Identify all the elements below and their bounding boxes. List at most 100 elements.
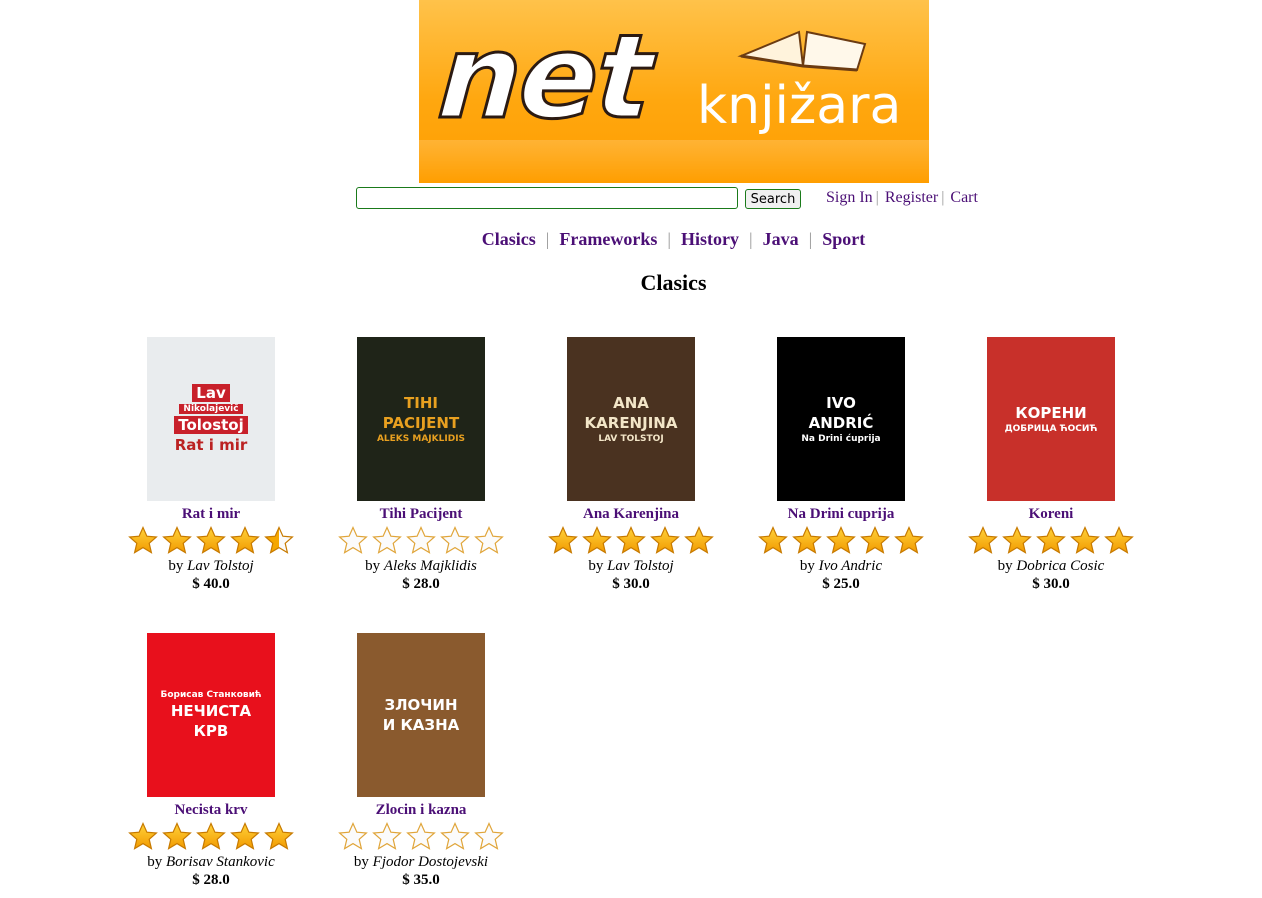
book-cover-image[interactable]: ANA KARENJINA LAV TOLSTOJ	[567, 337, 695, 501]
book-title-link[interactable]: Necista krv	[106, 801, 316, 819]
star-full-icon[interactable]	[792, 526, 822, 554]
star-empty-icon[interactable]	[338, 822, 368, 850]
star-full-icon[interactable]	[264, 822, 294, 850]
book-cover-image[interactable]: КОРЕНИ ДОБРИЦА ЋОСИЋ	[987, 337, 1115, 501]
book-cover-image[interactable]: Борисав Станковић НЕЧИСТА КРВ	[147, 633, 275, 797]
star-half-icon[interactable]	[264, 526, 294, 554]
book-card: Lav Nikolajevič Tolostoj Rat i mir Rat i mir…	[106, 337, 316, 593]
search-button[interactable]: Search	[745, 189, 801, 209]
rating-stars[interactable]	[106, 822, 316, 852]
book-card: КОРЕНИ ДОБРИЦА ЋОСИЋ Koreni by Dobrica Cos…	[946, 337, 1156, 593]
cover-text: Na Drini ćuprija	[801, 434, 881, 444]
star-full-icon[interactable]	[196, 822, 226, 850]
book-title-link[interactable]: Na Drini cuprija	[736, 505, 946, 523]
book-price: $ 35.0	[402, 872, 440, 888]
star-full-icon[interactable]	[128, 822, 158, 850]
book-price: $ 40.0	[192, 576, 230, 592]
book-cover-image[interactable]: IVO ANDRIĆ Na Drini ćuprija	[777, 337, 905, 501]
category-nav: Clasics | Frameworks | History | Java | Sport	[0, 229, 1262, 250]
star-empty-icon[interactable]	[440, 526, 470, 554]
by-label: by	[147, 854, 166, 870]
banner-reflection	[419, 140, 929, 183]
star-full-icon[interactable]	[860, 526, 890, 554]
site-logo-banner[interactable]: net knjižara	[419, 0, 929, 183]
star-empty-icon[interactable]	[474, 526, 504, 554]
sign-in-link[interactable]: Sign In	[826, 189, 873, 206]
star-full-icon[interactable]	[758, 526, 788, 554]
category-sport[interactable]: Sport	[822, 229, 865, 249]
category-java[interactable]: Java	[763, 229, 799, 249]
star-full-icon[interactable]	[968, 526, 998, 554]
star-full-icon[interactable]	[1036, 526, 1066, 554]
cover-text: TIHI	[404, 394, 438, 412]
book-author: by Lav Tolstoj	[106, 557, 316, 575]
star-full-icon[interactable]	[230, 526, 260, 554]
cover-text: Борисав Станковић	[160, 690, 262, 700]
rating-stars[interactable]	[316, 822, 526, 852]
category-frameworks[interactable]: Frameworks	[559, 229, 657, 249]
book-cover-image[interactable]: ЗЛОЧИН И КАЗНА	[357, 633, 485, 797]
open-book-icon	[737, 30, 867, 72]
book-title-link[interactable]: Ana Karenjina	[526, 505, 736, 523]
cart-link[interactable]: Cart	[950, 189, 978, 206]
star-full-icon[interactable]	[582, 526, 612, 554]
separator: |	[748, 229, 753, 249]
separator: |	[941, 189, 945, 206]
author-name: Dobrica Cosic	[1016, 558, 1105, 574]
book-title-link[interactable]: Tihi Pacijent	[316, 505, 526, 523]
rating-stars[interactable]	[526, 526, 736, 556]
star-full-icon[interactable]	[1002, 526, 1032, 554]
author-name: Fjodor Dostojevski	[372, 854, 489, 870]
category-clasics[interactable]: Clasics	[482, 229, 536, 249]
cover-text: И КАЗНА	[382, 716, 460, 734]
star-empty-icon[interactable]	[338, 526, 368, 554]
cover-text: PACIJENT	[382, 414, 460, 432]
cover-text: ДОБРИЦА ЋОСИЋ	[1004, 424, 1098, 434]
star-full-icon[interactable]	[826, 526, 856, 554]
book-card: ANA KARENJINA LAV TOLSTOJ Ana Karenjina by …	[526, 337, 736, 593]
by-label: by	[588, 558, 608, 574]
star-full-icon[interactable]	[894, 526, 924, 554]
book-title-link[interactable]: Zlocin i kazna	[316, 801, 526, 819]
star-full-icon[interactable]	[650, 526, 680, 554]
book-author: by Dobrica Cosic	[946, 557, 1156, 575]
star-full-icon[interactable]	[616, 526, 646, 554]
star-full-icon[interactable]	[230, 822, 260, 850]
by-label: by	[799, 558, 819, 574]
star-full-icon[interactable]	[1104, 526, 1134, 554]
star-empty-icon[interactable]	[372, 822, 402, 850]
star-full-icon[interactable]	[1070, 526, 1100, 554]
book-price: $ 30.0	[612, 576, 650, 592]
star-empty-icon[interactable]	[440, 822, 470, 850]
author-name: Borisav Stankovic	[166, 854, 275, 870]
logo-brand: net	[433, 9, 656, 147]
star-full-icon[interactable]	[684, 526, 714, 554]
rating-stars[interactable]	[736, 526, 946, 556]
cover-text: КОРЕНИ	[1015, 404, 1087, 422]
book-title-link[interactable]: Rat i mir	[106, 505, 316, 523]
rating-stars[interactable]	[946, 526, 1156, 556]
star-full-icon[interactable]	[196, 526, 226, 554]
star-empty-icon[interactable]	[406, 526, 436, 554]
star-empty-icon[interactable]	[406, 822, 436, 850]
star-full-icon[interactable]	[128, 526, 158, 554]
rating-stars[interactable]	[316, 526, 526, 556]
cover-text: IVO	[826, 394, 856, 412]
book-cover-image[interactable]: Lav Nikolajevič Tolostoj Rat i mir	[147, 337, 275, 501]
category-history[interactable]: History	[681, 229, 739, 249]
book-title-link[interactable]: Koreni	[946, 505, 1156, 523]
cover-text: Lav	[192, 384, 230, 402]
book-cover-image[interactable]: TIHI PACIJENT ALEKS MAJKLIDIS	[357, 337, 485, 501]
star-empty-icon[interactable]	[474, 822, 504, 850]
star-full-icon[interactable]	[162, 526, 192, 554]
star-full-icon[interactable]	[162, 822, 192, 850]
register-link[interactable]: Register	[885, 189, 938, 206]
star-empty-icon[interactable]	[372, 526, 402, 554]
search-input[interactable]	[356, 187, 738, 209]
author-name: Lav Tolstoj	[187, 558, 254, 574]
cover-text: LAV TOLSTOJ	[598, 434, 664, 444]
book-card: IVO ANDRIĆ Na Drini ćuprija Na Drini cuprij…	[736, 337, 946, 593]
separator: |	[875, 189, 879, 206]
star-full-icon[interactable]	[548, 526, 578, 554]
rating-stars[interactable]	[106, 526, 316, 556]
